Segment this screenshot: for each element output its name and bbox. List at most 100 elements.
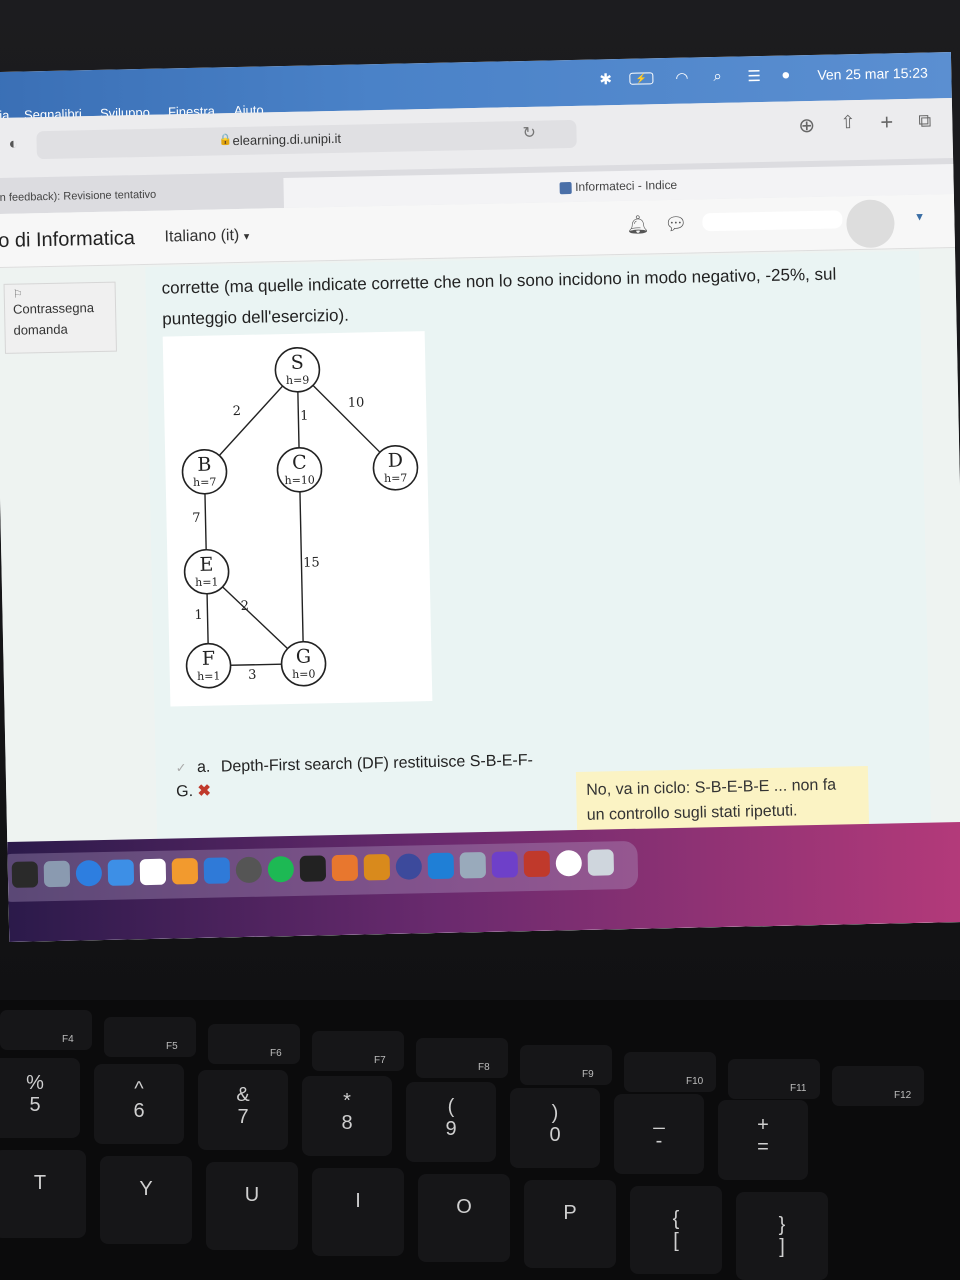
key-row1[interactable]: + = (718, 1100, 808, 1180)
answer-text: Depth-First search (DF) restituisce S-B-… (176, 751, 534, 801)
finder-icon[interactable] (11, 861, 39, 888)
graph-node-label: S (291, 352, 304, 374)
chrome-icon[interactable] (555, 849, 583, 877)
settings-icon[interactable] (235, 856, 263, 884)
fkey-f6[interactable]: F6 (208, 1024, 300, 1064)
key-row1[interactable]: ) 0 (510, 1088, 600, 1168)
graph-edge-weight: 15 (303, 555, 320, 570)
fkey-f4[interactable]: F4 (0, 1010, 92, 1050)
language-selector[interactable]: Italiano (it) ▾ (164, 227, 249, 247)
key-row1[interactable]: * 8 (302, 1076, 392, 1156)
fkey-f11[interactable]: F11 (728, 1059, 820, 1099)
eclipse-icon[interactable] (395, 853, 423, 880)
fkey-f5[interactable]: F5 (104, 1017, 196, 1057)
vscode-icon[interactable] (427, 852, 455, 880)
site-title[interactable]: to di Informatica (0, 227, 135, 253)
key-row2[interactable]: P (524, 1180, 616, 1268)
sourcetree-icon[interactable] (331, 854, 359, 882)
filezilla-icon[interactable] (523, 850, 551, 878)
preview-icon[interactable] (587, 849, 615, 876)
key-row2[interactable]: U (206, 1162, 298, 1250)
pages-icon[interactable] (171, 857, 199, 885)
fkey-f10[interactable]: F10 (624, 1052, 716, 1092)
clock[interactable]: Ven 25 mar 15:23 (817, 65, 928, 83)
key-row2[interactable]: O (418, 1174, 510, 1262)
graph-figure: 2 1 10 7 15 1 2 3 Sh=9 Bh=7 Ch=10 Dh=7 Eh=1 Fh=1 Gh=0 (162, 331, 433, 707)
spotify-icon[interactable] (267, 855, 295, 883)
fkey-f9[interactable]: F9 (520, 1045, 612, 1085)
check-icon: ✓ (175, 760, 187, 776)
flag-label: Contrassegna domanda (12, 300, 95, 338)
flag-icon: ⚐ (12, 288, 23, 301)
graph-node-label: F (202, 648, 216, 670)
github-icon[interactable] (491, 851, 519, 878)
flag-question-box[interactable]: ⚐ Contrassegna domanda (3, 281, 117, 354)
graph-node-heuristic: h=1 (197, 669, 221, 682)
key-row1[interactable]: & 7 (198, 1070, 288, 1150)
graph-node-heuristic: h=7 (193, 476, 217, 489)
key-row1[interactable]: _ - (614, 1094, 704, 1174)
graph-edge-weight: 3 (248, 668, 257, 683)
graph-edge-weight: 2 (232, 404, 241, 419)
key-row1[interactable]: ( 9 (406, 1082, 496, 1162)
key-row1[interactable]: ^ 6 (94, 1064, 184, 1144)
keyboard: F4 F5 F6 F7 F8 F9 F10 F11 F12 % 5 ^ 6 & 7 * 8( 9) 0 _… (0, 1000, 960, 1280)
fkey-f8[interactable]: F8 (416, 1038, 508, 1078)
bluetooth-icon[interactable]: ✱ (599, 70, 612, 88)
graph-svg: 2 110715123Sh=9Bh=7Ch=10Dh=7Eh=1Fh=1Gh=0 (181, 346, 419, 689)
graph-edge-weight: 1 (300, 409, 309, 424)
new-tab-icon[interactable]: + (880, 109, 893, 135)
screen: gia Segnalibri Sviluppo Finestra Aiuto ✱… (0, 52, 960, 942)
tabs-overview-icon[interactable]: ⧉ (918, 110, 931, 131)
chevron-down-icon: ▾ (243, 230, 250, 243)
download-icon[interactable]: ⊕ (798, 113, 815, 138)
graph-edge-weight: 2 (241, 599, 250, 614)
key-row1[interactable]: % 5 (0, 1058, 80, 1138)
fkey-f12[interactable]: F12 (832, 1066, 924, 1106)
avatar[interactable] (845, 199, 895, 249)
key-row2[interactable]: } ] (736, 1192, 828, 1280)
battery-icon[interactable]: ⚡ (629, 72, 654, 85)
fkey-f7[interactable]: F7 (312, 1031, 404, 1071)
mail-icon[interactable] (107, 859, 135, 886)
key-row2[interactable]: T (0, 1150, 86, 1238)
control-center-icon[interactable]: ☰ (747, 67, 761, 85)
user-menu-chevron-icon[interactable]: ▾ (916, 209, 923, 225)
share-icon[interactable]: ⇧ (840, 112, 856, 133)
graph-node-label: E (199, 554, 213, 576)
answer-option-a: ✓ a. Depth-First search (DF) restituisce… (175, 749, 536, 805)
graph-node-label: B (197, 454, 211, 476)
safari-icon[interactable] (75, 860, 103, 887)
launchpad-icon[interactable] (43, 860, 71, 888)
calendar-icon[interactable] (139, 858, 167, 886)
utility-icon[interactable] (459, 851, 487, 879)
url-text[interactable]: elearning.di.unipi.it (232, 131, 341, 148)
shield-icon[interactable]: ◐ (8, 136, 18, 154)
redacted-username (702, 210, 843, 232)
graph-edge-weight: 7 (192, 511, 201, 526)
graph-node-heuristic: h=1 (195, 575, 219, 588)
sublime-icon[interactable] (363, 853, 391, 881)
question-text: corrette (ma quelle indicate corrette ch… (161, 264, 837, 329)
incorrect-icon: ✖ (197, 782, 212, 800)
keynote-icon[interactable] (203, 857, 231, 884)
search-icon[interactable]: ⌕ (713, 68, 722, 85)
key-row2[interactable]: Y (100, 1156, 192, 1244)
key-row2[interactable]: { [ (630, 1186, 722, 1274)
reload-icon[interactable]: ↻ (522, 123, 536, 143)
graph-node-label: D (387, 450, 403, 472)
bell-icon[interactable]: 🔔︎ (626, 214, 649, 235)
graph-edge-weight: 10 (348, 395, 365, 410)
wifi-icon[interactable]: ◠ (675, 69, 688, 87)
language-label: Italiano (it) (164, 226, 240, 246)
chat-icon[interactable]: 💬︎ (664, 214, 687, 235)
graph-node-heuristic: h=9 (286, 374, 310, 387)
tab-label: n feedback): Revisione tentativo (0, 188, 157, 204)
terminal-icon[interactable] (299, 855, 327, 882)
siri-icon[interactable]: ● (781, 66, 790, 83)
favicon-icon (559, 182, 573, 195)
graph-node-heuristic: h=0 (292, 667, 316, 680)
graph-node-heuristic: h=10 (284, 473, 315, 487)
key-row2[interactable]: I (312, 1168, 404, 1256)
answer-letter: a. (196, 758, 211, 776)
